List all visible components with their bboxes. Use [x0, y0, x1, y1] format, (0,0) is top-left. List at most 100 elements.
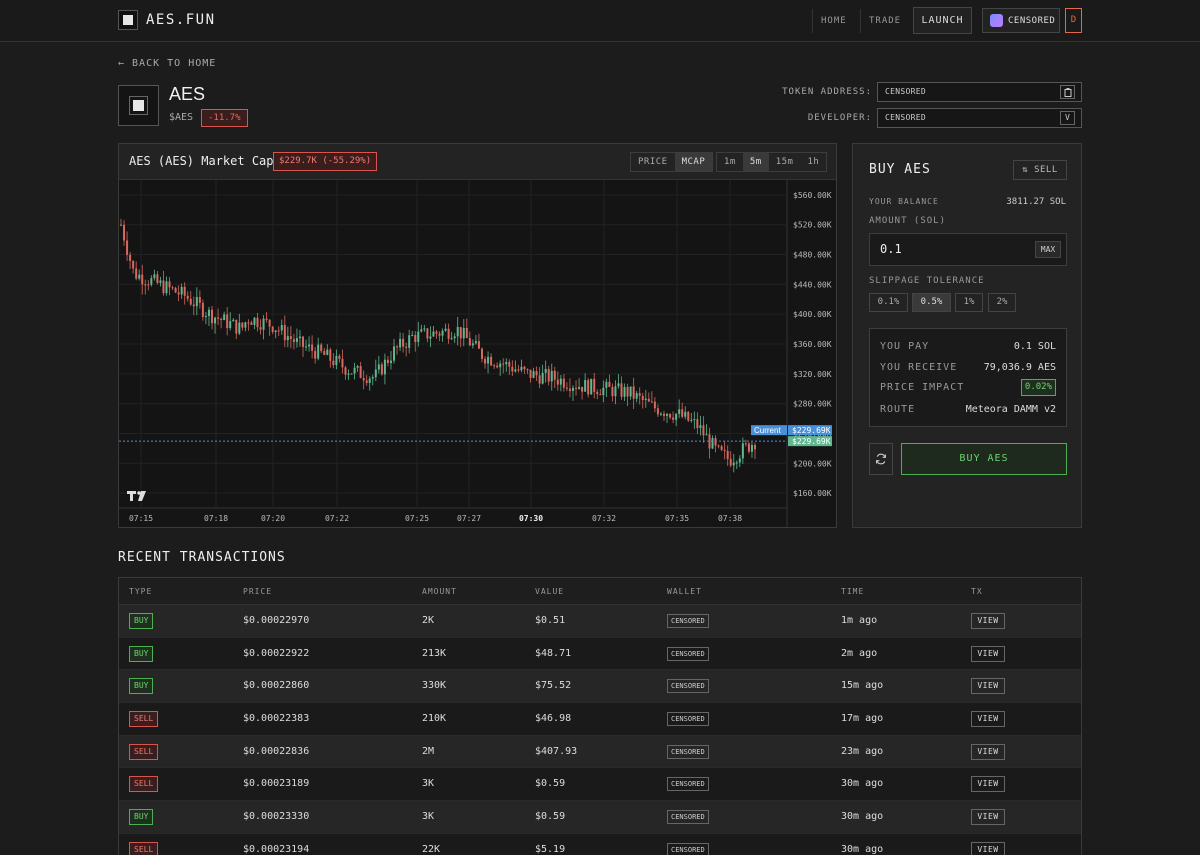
candle-body [508, 361, 511, 367]
recent-transactions-title: RECENT TRANSACTIONS [118, 550, 286, 565]
candle-body [156, 274, 159, 283]
token-address-label: TOKEN ADDRESS: [782, 87, 872, 97]
y-tick-label: $480.00K [793, 251, 832, 260]
user-account-button[interactable]: CENSORED [982, 8, 1060, 33]
candle-body [681, 409, 684, 417]
chart-mode-mcap[interactable]: MCAP [674, 153, 713, 171]
candle-body [402, 338, 405, 347]
developer-label: DEVELOPER: [807, 113, 872, 123]
interval-1h[interactable]: 1h [800, 153, 826, 171]
candle-body [590, 378, 593, 395]
max-button[interactable]: MAX [1035, 241, 1061, 258]
back-to-home-link[interactable]: ← BACK TO HOME [118, 58, 216, 69]
interval-1m[interactable]: 1m [717, 153, 743, 171]
tx-view-button[interactable]: VIEW [971, 645, 1005, 662]
tx-value: $0.59 [535, 778, 566, 790]
nav-trade-link[interactable]: TRADE [860, 9, 909, 33]
tx-wallet[interactable]: CENSORED [667, 646, 709, 661]
candle-body [380, 364, 383, 375]
tx-value: $407.93 [535, 745, 578, 757]
slippage-option-0-5[interactable]: 0.5% [912, 293, 951, 312]
tx-wallet[interactable]: CENSORED [667, 712, 709, 727]
chart-y-axis: $560.00K $520.00K $480.00K $440.00K $400.00K… [793, 191, 832, 498]
candle-body [350, 373, 353, 375]
buy-panel-title: BUY AES [869, 162, 931, 177]
amount-value[interactable]: 0.1 [880, 242, 902, 256]
candle-body [659, 413, 662, 415]
candle-body [711, 438, 714, 449]
tx-amount: 213K [422, 647, 447, 659]
you-pay-label: YOU PAY [880, 341, 930, 352]
candle-body [672, 417, 675, 420]
tx-view-button[interactable]: VIEW [971, 613, 1005, 629]
price-impact-row: PRICE IMPACT 0.02% [880, 379, 1056, 396]
brand-logo-icon[interactable] [118, 10, 138, 30]
tx-price: $0.00022836 [243, 745, 310, 757]
tx-wallet[interactable]: CENSORED [667, 810, 709, 825]
candle-body [484, 358, 487, 364]
candle-body [450, 338, 453, 340]
brand-name[interactable]: AES.FUN [146, 12, 216, 28]
tx-wallet[interactable]: CENSORED [667, 679, 709, 694]
tx-view-button[interactable]: VIEW [971, 678, 1005, 695]
interval-5m[interactable]: 5m [742, 153, 769, 171]
user-initial-button[interactable]: D [1065, 8, 1082, 33]
buy-button[interactable]: BUY AES [901, 443, 1067, 475]
nav-launch-button[interactable]: LAUNCH [913, 7, 972, 34]
user-avatar-icon [990, 14, 1003, 27]
amount-input[interactable]: 0.1 MAX [869, 233, 1067, 266]
tx-view-button[interactable]: VIEW [971, 809, 1005, 826]
candle-body [362, 377, 365, 381]
candle-body [289, 336, 292, 340]
chart-mode-price[interactable]: PRICE [631, 153, 675, 171]
candle-body [729, 458, 732, 466]
slippage-option-2[interactable]: 2% [988, 293, 1016, 312]
tx-view-button[interactable]: VIEW [971, 711, 1005, 728]
token-change-badge: -11.7% [201, 109, 248, 127]
candle-body [599, 394, 602, 396]
switch-to-sell-button[interactable]: ⇅ SELL [1013, 160, 1067, 180]
tx-wallet[interactable]: CENSORED [667, 842, 709, 855]
col-price: PRICE [243, 587, 273, 596]
candle-body [374, 369, 377, 378]
nav-home-link[interactable]: HOME [812, 9, 855, 33]
refresh-icon[interactable] [869, 443, 893, 475]
candle-body [277, 330, 280, 332]
candle-body [550, 370, 553, 382]
candle-body [735, 462, 738, 464]
candle-body [283, 325, 286, 341]
candle-body [229, 321, 232, 329]
tx-view-button[interactable]: VIEW [971, 841, 1005, 855]
tx-view-button[interactable]: VIEW [971, 743, 1005, 760]
copy-icon[interactable] [1060, 85, 1075, 99]
tx-wallet[interactable]: CENSORED [667, 777, 709, 792]
slippage-option-0-1[interactable]: 0.1% [869, 293, 908, 312]
tx-view-button[interactable]: VIEW [971, 776, 1005, 793]
candle-body [541, 372, 544, 384]
tx-price: $0.00023330 [243, 811, 310, 823]
tx-wallet[interactable]: CENSORED [667, 614, 709, 628]
slippage-option-1[interactable]: 1% [955, 293, 983, 312]
interval-15m[interactable]: 15m [769, 153, 801, 171]
chart-panel: AES (AES) Market Cap $229.7K (-55.29%) P… [118, 143, 837, 528]
mcap-chart[interactable]: $560.00K $520.00K $480.00K $440.00K $400.00K… [119, 180, 836, 527]
tx-wallet[interactable]: CENSORED [667, 744, 709, 759]
candle-body [356, 365, 359, 368]
tx-type-badge: BUY [129, 645, 154, 662]
candle-body [120, 224, 122, 226]
candle-body [656, 408, 659, 415]
candle-body [323, 351, 326, 355]
candle-body [271, 326, 274, 333]
developer-view-button[interactable]: V [1060, 111, 1075, 125]
candle-body [581, 386, 584, 392]
candle-body [477, 341, 480, 349]
tx-price: $0.00023189 [243, 778, 310, 790]
tx-price: $0.00022383 [243, 713, 310, 725]
y-tick-label: $200.00K [793, 459, 832, 468]
candle-body [480, 348, 483, 359]
candle-body [717, 445, 720, 447]
candle-body [259, 327, 262, 330]
candle-body [435, 331, 438, 334]
candle-body [420, 329, 423, 332]
candle-body [556, 379, 559, 385]
